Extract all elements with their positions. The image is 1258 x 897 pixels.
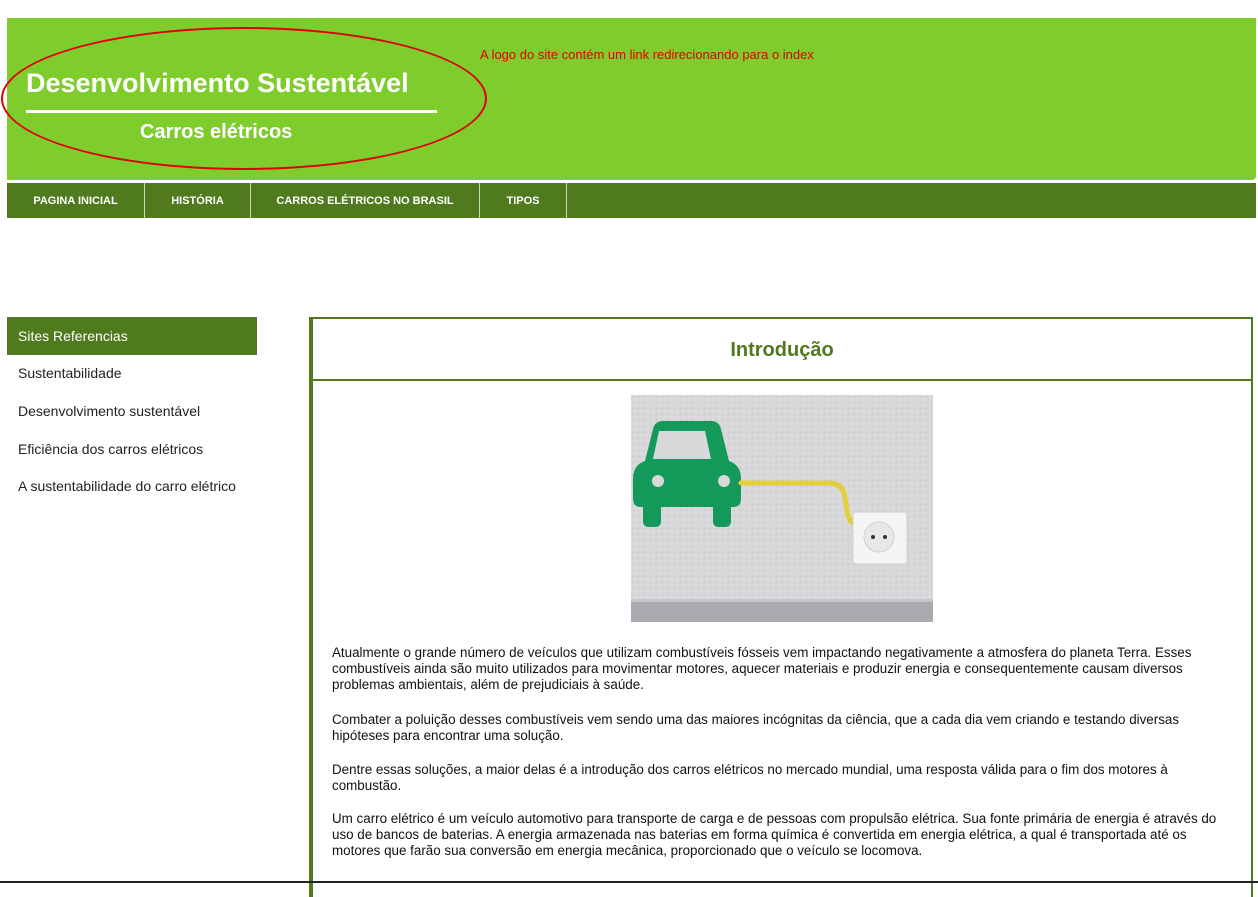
- sidebar-link-desenvolvimento[interactable]: Desenvolvimento sustentável: [18, 403, 200, 419]
- logo-title[interactable]: Desenvolvimento Sustentável: [26, 68, 409, 99]
- sidebar-link-eficiencia[interactable]: Eficiência dos carros elétricos: [18, 441, 203, 457]
- intro-paragraph-3: Dentre essas soluções, a maior delas é a…: [332, 762, 1168, 793]
- nav-item-tipos[interactable]: TIPOS: [480, 183, 567, 218]
- sidebar-link-sustentabilidade-carro[interactable]: A sustentabilidade do carro elétrico: [18, 478, 236, 494]
- page-title: Introdução: [313, 319, 1251, 381]
- electric-car-plug-icon: [631, 395, 933, 622]
- nav-item-historia[interactable]: HISTÓRIA: [145, 183, 251, 218]
- logo-divider: [26, 110, 437, 113]
- main-nav: PAGINA INICIAL HISTÓRIA CARROS ELÉTRICOS…: [7, 183, 1256, 218]
- logo-subtitle[interactable]: Carros elétricos: [140, 121, 292, 144]
- sidebar-heading: Sites Referencias: [7, 317, 257, 355]
- nav-item-carros-eletricos-brasil[interactable]: CARROS ELÉTRICOS NO BRASIL: [251, 183, 480, 218]
- main-content: Introdução Atualmente o grande número de…: [309, 317, 1253, 897]
- annotation-note: A logo do site contém um link redirecion…: [480, 47, 814, 62]
- intro-paragraph-2: Combater a poluição desses combustíveis …: [332, 712, 1180, 743]
- intro-paragraph-4: Um carro elétrico é um veículo automotiv…: [332, 811, 1217, 858]
- sidebar-link-sustentabilidade[interactable]: Sustentabilidade: [18, 365, 122, 381]
- nav-item-pagina-inicial[interactable]: PAGINA INICIAL: [7, 183, 145, 218]
- intro-paragraph-1: Atualmente o grande número de veículos q…: [332, 645, 1192, 692]
